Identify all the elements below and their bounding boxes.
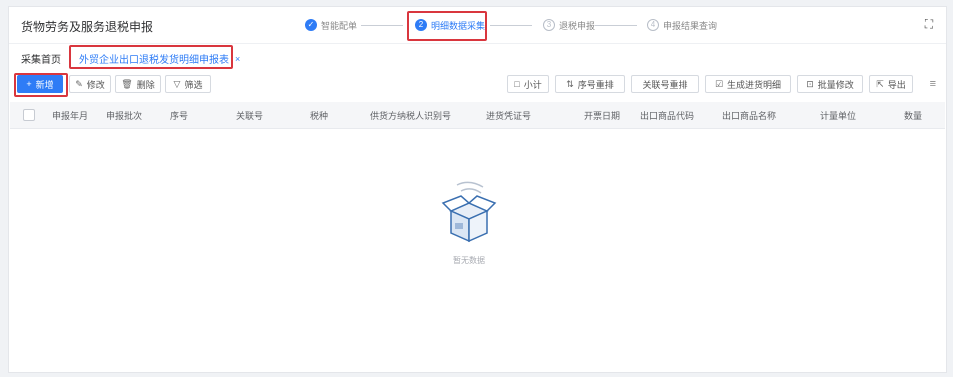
empty-box-icon [441,181,497,243]
reorder-seq-button-label: 序号重排 [577,79,614,90]
step-3-label: 退税申报 [559,20,596,31]
batch-edit-button[interactable]: ⊡ 批量修改 [797,75,863,93]
column-header[interactable]: 关联号 [236,109,263,122]
step-1-label: 智能配单 [321,20,358,31]
step-4[interactable]: 4 申报结果查询 [647,16,717,34]
sort-icon: ⇅ [566,78,574,89]
step-1[interactable]: ✓ 智能配单 [305,16,357,34]
reorder-link-button[interactable]: 关联号重排 [631,75,699,93]
column-header[interactable]: 出口商品名称 [722,109,776,122]
fullscreen-icon[interactable]: ⛶ [922,17,936,31]
column-header[interactable]: 序号 [170,109,188,122]
column-header[interactable]: 进货凭证号 [486,109,531,122]
delete-button[interactable]: 🗑 删除 [115,75,161,93]
column-header[interactable]: 开票日期 [584,109,620,122]
square-icon: □ [514,79,520,89]
reorder-link-button-label: 关联号重排 [642,79,688,90]
column-header[interactable]: 申报年月 [52,109,88,122]
column-header[interactable]: 计量单位 [820,109,856,122]
highlight-box-tab [69,45,233,69]
export-button[interactable]: ⇱ 导出 [869,75,913,93]
step-3-number: 3 [543,19,555,31]
column-header[interactable]: 税种 [310,109,328,122]
highlight-box-step [407,11,487,41]
export-icon: ⇱ [876,78,884,89]
highlight-box-add [14,73,68,97]
select-all-checkbox[interactable] [23,109,35,121]
batch-edit-button-label: 批量修改 [817,79,854,90]
check-icon: ✓ [305,19,317,31]
generate-purchase-detail-label: 生成进货明细 [727,79,782,90]
step-connector [361,25,403,26]
delete-button-label: 删除 [136,79,155,90]
column-header[interactable]: 数量 [904,109,922,122]
column-settings-icon[interactable]: ≡ [930,78,936,90]
column-header[interactable]: 出口商品代码 [640,109,694,122]
table-header: 申报年月 申报批次 序号 关联号 税种 供货方纳税人识别号 进货凭证号 开票日期… [10,102,945,129]
page-header: 货物劳务及服务退税申报 ✓ 智能配单 2 明细数据采集 3 退税申报 4 申报结… [9,7,946,44]
step-connector [595,25,637,26]
batch-edit-icon: ⊡ [806,78,814,89]
empty-state: 暂无数据 [439,177,539,277]
step-4-number: 4 [647,19,659,31]
subtotal-button[interactable]: □ 小计 [507,75,549,93]
step-3[interactable]: 3 退税申报 [543,16,595,34]
column-header[interactable]: 申报批次 [106,109,142,122]
edit-button[interactable]: ✎ 修改 [69,75,111,93]
page-title: 货物劳务及服务退税申报 [21,20,154,34]
tab-home[interactable]: 采集首页 [21,51,61,66]
main-panel: 货物劳务及服务退税申报 ✓ 智能配单 2 明细数据采集 3 退税申报 4 申报结… [8,6,947,373]
checkbox-icon: ☑ [714,78,724,89]
step-connector [490,25,532,26]
generate-purchase-detail-button[interactable]: ☑ 生成进货明细 [705,75,791,93]
toolbar: + 新增 ✎ 修改 🗑 删除 ▽ 筛选 □ 小计 ⇅ 序号重排 关联号重排 ☑ [9,73,946,97]
filter-icon: ▽ [173,78,181,89]
filter-button-label: 筛选 [184,79,203,90]
export-button-label: 导出 [887,79,906,90]
subtotal-button-label: 小计 [523,79,542,90]
edit-button-label: 修改 [86,79,105,90]
empty-text: 暂无数据 [453,256,485,265]
tab-bar: 采集首页 外贸企业出口退税发货明细申报表 × [9,45,946,71]
edit-icon: ✎ [75,78,83,89]
column-header[interactable]: 供货方纳税人识别号 [370,109,451,122]
reorder-seq-button[interactable]: ⇅ 序号重排 [555,75,625,93]
filter-button[interactable]: ▽ 筛选 [165,75,211,93]
step-4-label: 申报结果查询 [663,20,718,31]
close-icon[interactable]: × [235,54,240,64]
trash-icon: 🗑 [121,78,133,89]
